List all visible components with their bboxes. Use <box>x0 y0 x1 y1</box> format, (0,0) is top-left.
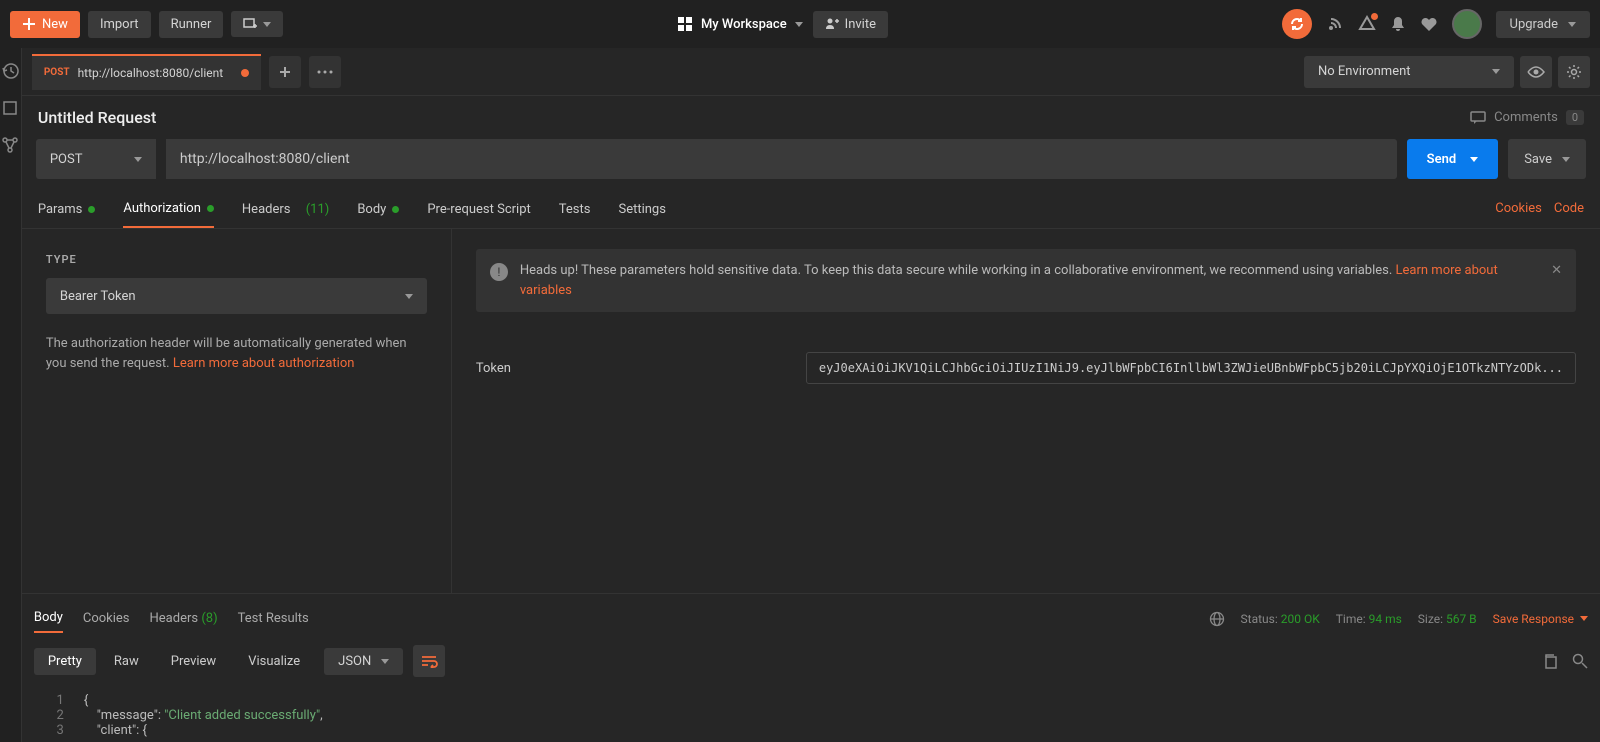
comments-label: Comments <box>1494 110 1558 125</box>
person-plus-icon <box>825 17 839 31</box>
status-dot-icon <box>207 205 214 212</box>
tab-headers[interactable]: Headers (11) <box>242 191 329 228</box>
size-value: 567 B <box>1446 612 1477 626</box>
url-input[interactable] <box>166 139 1397 179</box>
response-tab-body[interactable]: Body <box>34 604 63 633</box>
history-icon[interactable] <box>1 62 19 80</box>
tab-authorization[interactable]: Authorization <box>123 191 214 228</box>
status-label: Status: <box>1241 612 1278 626</box>
unsaved-dot-icon <box>241 69 249 77</box>
invite-button[interactable]: Invite <box>813 11 888 38</box>
environment-selector[interactable]: No Environment <box>1304 56 1514 88</box>
workspace-name: My Workspace <box>701 17 787 32</box>
code-link[interactable]: Code <box>1554 191 1584 228</box>
chevron-down-icon <box>381 659 389 664</box>
comments-count: 0 <box>1566 110 1584 125</box>
auth-type-label: TYPE <box>46 253 427 266</box>
new-label: New <box>42 17 68 32</box>
view-visualize-button[interactable]: Visualize <box>234 648 314 675</box>
tab-method: POST <box>44 67 70 78</box>
environment-value: No Environment <box>1318 64 1411 79</box>
view-pretty-button[interactable]: Pretty <box>34 648 96 675</box>
satellite-icon[interactable] <box>1326 15 1344 33</box>
globe-icon[interactable] <box>1209 611 1225 627</box>
view-preview-button[interactable]: Preview <box>157 648 230 675</box>
sync-icon[interactable] <box>1282 9 1312 39</box>
heart-icon[interactable] <box>1420 16 1438 32</box>
runner-button[interactable]: Runner <box>159 11 224 38</box>
response-tab-cookies[interactable]: Cookies <box>83 605 130 632</box>
import-button[interactable]: Import <box>88 11 151 38</box>
copy-icon[interactable] <box>1542 653 1558 669</box>
chevron-down-icon <box>1470 157 1478 162</box>
chevron-down-icon <box>1492 69 1500 74</box>
apis-icon[interactable] <box>1 136 19 154</box>
view-raw-button[interactable]: Raw <box>100 648 153 675</box>
wrap-lines-icon[interactable] <box>413 645 445 677</box>
method-value: POST <box>50 152 83 167</box>
time-label: Time: <box>1336 612 1366 626</box>
auth-type-value: Bearer Token <box>60 289 136 304</box>
window-plus-icon <box>243 17 257 31</box>
settings-icon[interactable] <box>1558 56 1590 88</box>
collections-icon[interactable] <box>2 100 18 116</box>
workspace-selector[interactable]: My Workspace <box>677 16 803 32</box>
tab-params[interactable]: Params <box>38 191 96 228</box>
response-tab-testresults[interactable]: Test Results <box>238 605 309 632</box>
grid-icon <box>677 16 693 32</box>
method-selector[interactable]: POST <box>36 139 156 179</box>
chevron-down-icon <box>795 22 803 27</box>
comment-icon <box>1470 111 1486 125</box>
bell-icon[interactable] <box>1390 15 1406 33</box>
chevron-down-icon <box>134 157 142 162</box>
chevron-down-icon <box>1562 157 1570 162</box>
sensitive-data-warning: ! Heads up! These parameters hold sensit… <box>476 249 1576 312</box>
send-label: Send <box>1427 152 1457 167</box>
request-tab[interactable]: POST http://localhost:8080/client <box>32 54 261 90</box>
response-body[interactable]: 1{ 2 "message": "Client added successful… <box>22 689 1600 742</box>
save-label: Save <box>1524 152 1552 167</box>
token-input[interactable]: eyJ0eXAiOiJKV1QiLCJhbGciOiJIUzI1NiJ9.eyJ… <box>806 352 1576 384</box>
tab-url: http://localhost:8080/client <box>78 66 224 80</box>
tab-body[interactable]: Body <box>357 191 399 228</box>
chevron-down-icon <box>1568 22 1576 27</box>
send-button[interactable]: Send <box>1407 139 1499 179</box>
bootcamp-icon[interactable] <box>1358 15 1376 33</box>
comments-button[interactable]: Comments 0 <box>1470 110 1584 125</box>
plus-icon <box>22 17 36 31</box>
new-button[interactable]: New <box>10 11 80 38</box>
close-icon[interactable]: ✕ <box>1551 261 1562 281</box>
tab-settings[interactable]: Settings <box>618 191 665 228</box>
auth-type-selector[interactable]: Bearer Token <box>46 278 427 314</box>
tab-prerequest[interactable]: Pre-request Script <box>427 191 530 228</box>
avatar[interactable] <box>1452 9 1482 39</box>
auth-help-text: The authorization header will be automat… <box>46 334 427 373</box>
environment-quicklook-icon[interactable] <box>1520 56 1552 88</box>
status-dot-icon <box>88 206 95 213</box>
upgrade-button[interactable]: Upgrade <box>1496 11 1590 38</box>
chevron-down-icon <box>1580 616 1588 621</box>
chevron-down-icon <box>405 294 413 299</box>
save-button[interactable]: Save <box>1508 139 1586 179</box>
add-tab-button[interactable] <box>269 56 301 88</box>
status-value: 200 OK <box>1281 612 1320 626</box>
new-tab-dropdown-button[interactable] <box>231 11 283 37</box>
search-icon[interactable] <box>1572 653 1588 669</box>
cookies-link[interactable]: Cookies <box>1495 191 1542 228</box>
format-selector[interactable]: JSON <box>324 648 403 675</box>
chevron-down-icon <box>263 22 271 27</box>
tab-tests[interactable]: Tests <box>559 191 591 228</box>
auth-learn-more-link[interactable]: Learn more about authorization <box>173 356 355 371</box>
upgrade-label: Upgrade <box>1510 17 1558 32</box>
save-response-button[interactable]: Save Response <box>1493 612 1588 626</box>
token-label: Token <box>476 361 776 376</box>
info-icon: ! <box>490 263 508 281</box>
response-tab-headers[interactable]: Headers (8) <box>150 605 218 632</box>
tab-options-button[interactable] <box>309 56 341 88</box>
time-value: 94 ms <box>1369 612 1402 626</box>
request-title[interactable]: Untitled Request <box>38 108 156 127</box>
status-dot-icon <box>392 206 399 213</box>
size-label: Size: <box>1418 612 1443 626</box>
invite-label: Invite <box>845 17 876 32</box>
